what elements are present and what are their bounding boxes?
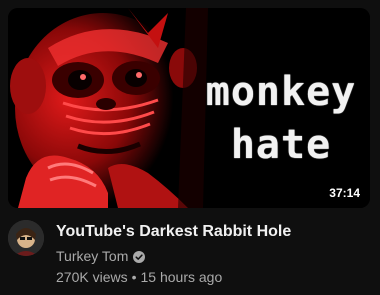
video-meta: YouTube's Darkest Rabbit Hole Turkey Tom… bbox=[56, 221, 356, 287]
channel-name[interactable]: Turkey Tom bbox=[56, 247, 128, 265]
view-count: 270K views bbox=[56, 269, 128, 285]
avatar-image bbox=[8, 220, 44, 256]
verified-check-icon bbox=[133, 250, 146, 263]
video-card: monkey hate 37:14 YouTube's Darkest Rabb… bbox=[0, 0, 380, 295]
video-title[interactable]: YouTube's Darkest Rabbit Hole bbox=[56, 221, 356, 243]
upload-age: 15 hours ago bbox=[140, 269, 223, 285]
video-duration-badge: 37:14 bbox=[325, 184, 364, 202]
video-thumbnail[interactable]: monkey hate 37:14 bbox=[8, 8, 370, 208]
channel-avatar[interactable] bbox=[8, 220, 44, 256]
channel-row: Turkey Tom bbox=[56, 247, 356, 265]
thumbnail-caption: monkey hate bbox=[205, 69, 357, 168]
video-stats: 270K views • 15 hours ago bbox=[56, 267, 356, 287]
stats-separator: • bbox=[131, 269, 137, 285]
